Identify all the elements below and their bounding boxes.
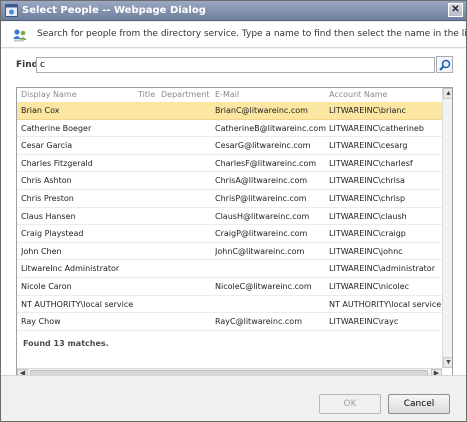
row-display-name: Charles Fitzgerald (21, 158, 93, 168)
column-headers: Display Name Title Department E-Mail Acc… (17, 88, 442, 101)
search-icon (439, 59, 451, 71)
ie-dialog-icon (5, 4, 18, 17)
scroll-down-arrow-icon[interactable]: ▼ (443, 357, 452, 368)
column-account[interactable]: Account Name (329, 90, 387, 99)
column-email[interactable]: E-Mail (215, 90, 239, 99)
search-button[interactable] (436, 56, 453, 73)
dialog-window: Select People -- Webpage Dialog ✕ Search… (0, 0, 467, 422)
row-email: NicoleC@litwareinc.com (215, 282, 312, 291)
row-account: LITWAREINC\johnc (329, 246, 403, 256)
dialog-body: Find Display Name Title Department E-Mai… (1, 49, 466, 379)
header-description: Search for people from the directory ser… (37, 29, 467, 39)
cancel-button[interactable]: Cancel (388, 394, 450, 414)
row-account: LITWAREINC\brianc (329, 106, 406, 115)
column-title[interactable]: Title (138, 90, 155, 99)
table-row[interactable]: LitwareInc Administrator LITWAREINC\admi… (17, 260, 442, 278)
find-label: Find (16, 60, 39, 70)
row-display-name: LitwareInc Administrator (21, 264, 120, 274)
row-email: ChrisP@litwareinc.com (215, 194, 307, 203)
table-row[interactable]: NT AUTHORITY\local service NT AUTHORITY\… (17, 296, 442, 314)
table-row[interactable]: Chris Ashton ChrisA@litwareinc.com LITWA… (17, 172, 442, 190)
row-display-name: Craig Playstead (21, 229, 84, 239)
vertical-scrollbar[interactable]: ▲ ▼ (442, 88, 452, 368)
row-account: LITWAREINC\catherineb (329, 123, 424, 133)
row-email: RayC@litwareinc.com (215, 317, 302, 327)
row-account: LITWAREINC\chrisp (329, 194, 406, 203)
table-row[interactable]: Nicole Caron NicoleC@litwareinc.com LITW… (17, 278, 442, 296)
row-display-name: Chris Ashton (21, 176, 72, 186)
row-account: LITWAREINC\administrator (329, 264, 435, 274)
row-account: LITWAREINC\craigp (329, 229, 406, 239)
row-email: CesarG@litwareinc.com (215, 141, 311, 151)
column-display-name[interactable]: Display Name (21, 90, 77, 99)
table-row[interactable]: Craig Playstead CraigP@litwareinc.com LI… (17, 225, 442, 243)
row-email: BrianC@litwareinc.com (215, 106, 308, 115)
row-display-name: Ray Chow (21, 317, 61, 327)
window-title: Select People -- Webpage Dialog (22, 5, 206, 16)
row-account: LITWAREINC\rayc (329, 317, 399, 327)
table-row[interactable]: Cesar Garcia CesarG@litwareinc.com LITWA… (17, 137, 442, 155)
dialog-header: Search for people from the directory ser… (1, 22, 467, 48)
row-account: LITWAREINC\charlesf (329, 158, 413, 168)
row-account: LITWAREINC\chrisa (329, 176, 405, 186)
close-button[interactable]: ✕ (448, 3, 463, 17)
row-display-name: NT AUTHORITY\local service (21, 299, 134, 309)
row-email: CatherineB@litwareinc.com (215, 123, 326, 133)
row-display-name: Brian Cox (21, 106, 60, 115)
results-list: Display Name Title Department E-Mail Acc… (16, 87, 453, 379)
row-email: CharlesF@litwareinc.com (215, 158, 317, 168)
find-input[interactable] (36, 57, 435, 73)
table-row[interactable]: John Chen JohnC@litwareinc.com LITWAREIN… (17, 243, 442, 261)
table-row[interactable]: Catherine Boeger CatherineB@litwareinc.c… (17, 120, 442, 138)
row-display-name: Cesar Garcia (21, 141, 73, 151)
row-display-name: Chris Preston (21, 194, 74, 203)
row-email: JohnC@litwareinc.com (215, 246, 305, 256)
scroll-up-arrow-icon[interactable]: ▲ (443, 88, 452, 99)
row-email: ClausH@litwareinc.com (215, 211, 310, 221)
ok-button[interactable]: OK (319, 394, 381, 414)
column-department[interactable]: Department (161, 90, 209, 99)
row-email: CraigP@litwareinc.com (215, 229, 308, 239)
dialog-footer: OK Cancel (1, 375, 466, 421)
row-display-name: John Chen (21, 246, 62, 256)
row-account: LITWAREINC\nicolec (329, 282, 410, 291)
table-row[interactable]: Claus Hansen ClausH@litwareinc.com LITWA… (17, 208, 442, 226)
row-account: LITWAREINC\cesarg (329, 141, 408, 151)
row-email: ChrisA@litwareinc.com (215, 176, 308, 186)
row-account: LITWAREINC\claush (329, 211, 407, 221)
row-display-name: Nicole Caron (21, 282, 72, 291)
title-bar: Select People -- Webpage Dialog ✕ (1, 1, 466, 21)
row-display-name: Catherine Boeger (21, 123, 92, 133)
table-row[interactable]: Brian Cox BrianC@litwareinc.com LITWAREI… (17, 102, 442, 120)
row-account: NT AUTHORITY\local service (329, 299, 441, 309)
results-count: Found 13 matches. (21, 336, 111, 350)
row-display-name: Claus Hansen (21, 211, 76, 221)
close-icon: ✕ (451, 4, 460, 15)
table-row[interactable]: Ray Chow RayC@litwareinc.com LITWAREINC\… (17, 313, 442, 331)
table-row[interactable]: Charles Fitzgerald CharlesF@litwareinc.c… (17, 155, 442, 173)
people-search-icon (12, 27, 28, 43)
table-row[interactable]: Chris Preston ChrisP@litwareinc.com LITW… (17, 190, 442, 208)
